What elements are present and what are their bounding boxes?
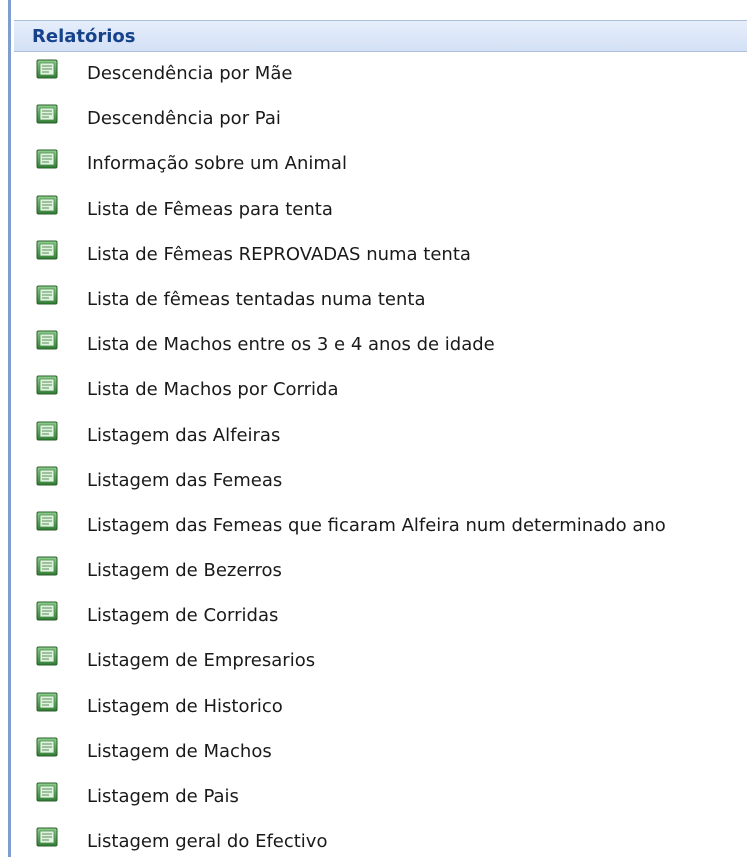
report-icon — [36, 59, 58, 79]
report-icon — [36, 782, 58, 802]
report-icon — [36, 421, 58, 441]
report-item-label: Listagem de Bezerros — [87, 560, 282, 582]
report-list: Descendência por Mãe Descendência por Pa… — [14, 52, 747, 865]
report-item-label: Listagem das Alfeiras — [87, 424, 281, 446]
report-item-label: Lista de Fêmeas REPROVADAS numa tenta — [87, 243, 471, 265]
report-item-label: Descendência por Pai — [87, 108, 281, 130]
report-item-label: Lista de Fêmeas para tenta — [87, 198, 333, 220]
report-item-label: Listagem de Machos — [87, 740, 272, 762]
report-item-label: Lista de Machos por Corrida — [87, 379, 339, 401]
report-item-label: Listagem das Femeas — [87, 469, 283, 491]
navigation-pane: Relatórios Descendência por Mãe Descendê… — [0, 0, 747, 857]
report-item[interactable]: Lista de Fêmeas para tenta — [14, 188, 747, 233]
report-item-label: Listagem de Historico — [87, 695, 283, 717]
report-item-label: Descendência por Mãe — [87, 63, 293, 84]
report-item-label: Informação sobre um Animal — [87, 153, 347, 175]
report-item[interactable]: Listagem das Alfeiras — [14, 414, 747, 459]
report-item[interactable]: Lista de Machos por Corrida — [14, 368, 747, 413]
report-item-label: Listagem de Empresarios — [87, 650, 316, 672]
report-item-label: Listagem geral do Efectivo — [87, 831, 328, 853]
report-item-label: Lista de Machos entre os 3 e 4 anos de i… — [87, 334, 495, 356]
report-icon — [36, 375, 58, 395]
report-item[interactable]: Listagem de Pais — [14, 775, 747, 820]
report-item[interactable]: Listagem de Bezerros — [14, 549, 747, 594]
report-icon — [36, 511, 58, 531]
report-icon — [36, 692, 58, 712]
report-icon — [36, 195, 58, 215]
report-item[interactable]: Listagem de Machos — [14, 730, 747, 775]
report-item[interactable]: Lista de fêmeas tentadas numa tenta — [14, 278, 747, 323]
report-item[interactable]: Listagem de Historico — [14, 685, 747, 730]
report-icon — [36, 149, 58, 169]
report-item[interactable]: Listagem de Corridas — [14, 594, 747, 639]
report-icon — [36, 646, 58, 666]
report-icon — [36, 285, 58, 305]
report-item[interactable]: Lista de Machos entre os 3 e 4 anos de i… — [14, 323, 747, 368]
report-item-label: Listagem de Pais — [87, 786, 239, 807]
report-item-label: Listagem de Corridas — [87, 605, 279, 627]
report-item[interactable]: Informação sobre um Animal — [14, 142, 747, 187]
report-item[interactable]: Listagem geral do Efectivo — [14, 820, 747, 865]
report-item[interactable]: Descendência por Pai — [14, 97, 747, 142]
report-item[interactable]: Listagem de Empresarios — [14, 639, 747, 684]
report-item[interactable]: Descendência por Mãe — [14, 52, 747, 97]
report-icon — [36, 827, 58, 847]
report-item[interactable]: Lista de Fêmeas REPROVADAS numa tenta — [14, 233, 747, 278]
report-icon — [36, 601, 58, 621]
report-icon — [36, 737, 58, 757]
report-icon — [36, 104, 58, 124]
report-item-label: Listagem das Femeas que ficaram Alfeira … — [87, 514, 666, 536]
report-item-label: Lista de fêmeas tentadas numa tenta — [87, 288, 426, 310]
report-icon — [36, 330, 58, 350]
report-icon — [36, 240, 58, 260]
report-item[interactable]: Listagem das Femeas que ficaram Alfeira … — [14, 504, 747, 549]
group-header-relatorios[interactable]: Relatórios — [14, 20, 747, 52]
report-icon — [36, 466, 58, 486]
group-header-title: Relatórios — [32, 25, 136, 47]
pane-left-border — [0, 0, 11, 857]
report-item[interactable]: Listagem das Femeas — [14, 459, 747, 504]
report-icon — [36, 556, 58, 576]
